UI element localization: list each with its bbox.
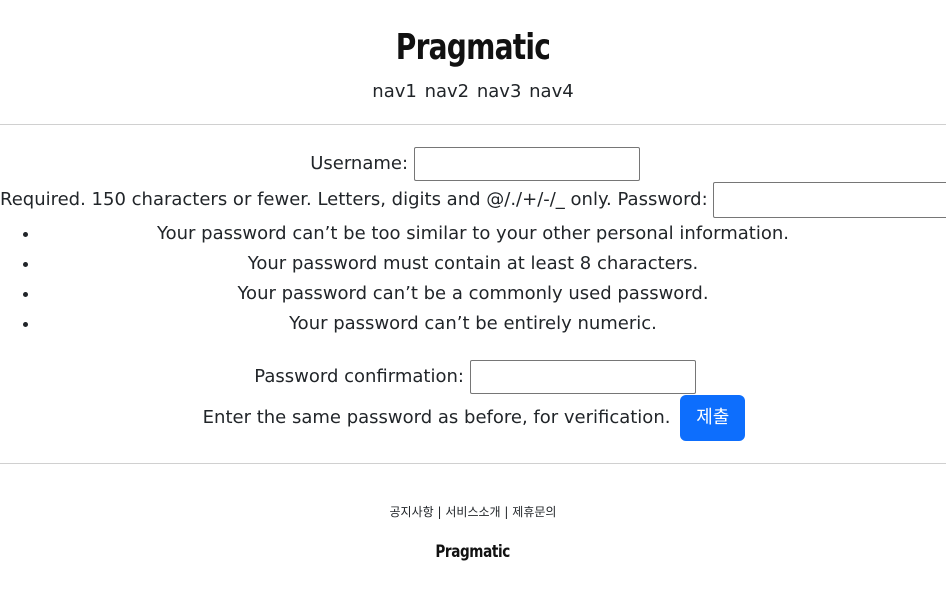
password-rule: Your password must contain at least 8 ch… (40, 249, 946, 279)
confirm-help-text: Enter the same password as before, for v… (202, 407, 671, 428)
submit-button[interactable]: 제출 (680, 395, 746, 441)
password-rule: Your password can’t be too similar to yo… (40, 219, 946, 249)
signup-form: Username: Required. 150 characters or fe… (0, 125, 946, 463)
nav-item-1[interactable]: nav1 (372, 81, 417, 102)
footer-links: 공지사항 | 서비스소개 | 제휴문의 (0, 502, 946, 522)
footer-link-partnership[interactable]: 제휴문의 (512, 505, 556, 519)
password-rule: Your password can’t be a commonly used p… (40, 279, 946, 309)
password-input[interactable] (713, 182, 946, 218)
site-logo[interactable]: Pragmatic (396, 26, 551, 70)
footer-separator: | (437, 505, 442, 519)
footer-link-notice[interactable]: 공지사항 (390, 505, 434, 519)
password-confirm-label: Password confirmation: (254, 366, 464, 387)
password-label: Password: (617, 189, 708, 210)
confirm-row: Password confirmation: (0, 358, 946, 396)
username-row: Username: (0, 145, 946, 183)
footer-logo: Pragmatic (435, 542, 511, 562)
nav-item-2[interactable]: nav2 (425, 81, 470, 102)
nav-item-4[interactable]: nav4 (529, 81, 574, 102)
main-nav: nav1 nav2 nav3 nav4 (0, 80, 946, 104)
username-help-text: Required. 150 characters or fewer. Lette… (0, 189, 612, 210)
username-label: Username: (310, 153, 409, 174)
password-confirm-input[interactable] (469, 360, 696, 394)
password-rules-list: Your password can’t be too similar to yo… (0, 219, 946, 339)
submit-row: Enter the same password as before, for v… (0, 395, 946, 441)
username-help-row: Required. 150 characters or fewer. Lette… (0, 182, 946, 218)
footer-separator: | (504, 505, 509, 519)
footer-link-about[interactable]: 서비스소개 (445, 505, 500, 519)
nav-item-3[interactable]: nav3 (477, 81, 522, 102)
site-footer: 공지사항 | 서비스소개 | 제휴문의 Pragmatic (0, 464, 946, 562)
password-rule: Your password can’t be entirely numeric. (40, 309, 946, 339)
username-input[interactable] (413, 147, 640, 181)
site-header: Pragmatic nav1 nav2 nav3 nav4 (0, 0, 946, 124)
